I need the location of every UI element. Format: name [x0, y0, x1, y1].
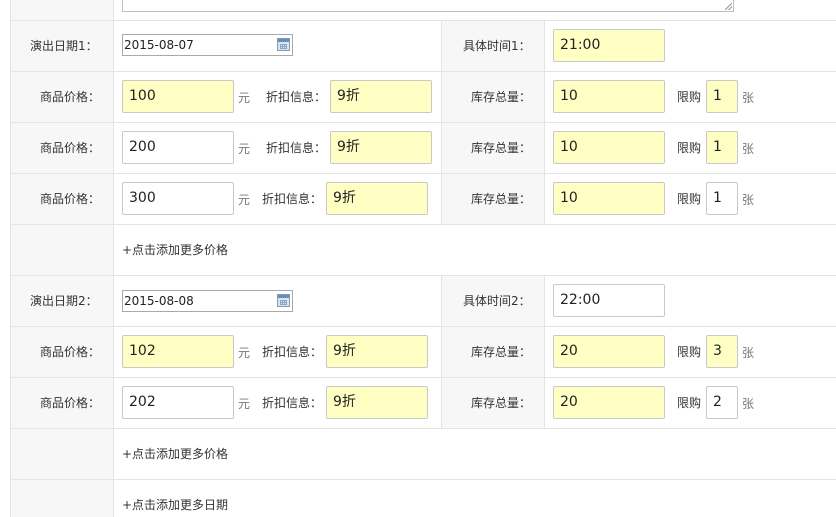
limit-input[interactable]: 1: [706, 131, 738, 164]
price-label: 商品价格：: [40, 345, 101, 359]
limit-input[interactable]: 1: [706, 182, 738, 215]
currency-unit: 元: [238, 397, 251, 411]
limit-label: 限购: [677, 141, 702, 155]
show2-date-row: 演出日期2： 2015-08-08 具体时间2： 22:00: [10, 276, 836, 327]
time-label: 具体时间2：: [463, 294, 531, 308]
ticket-unit: 张: [742, 193, 755, 207]
currency-unit: 元: [238, 193, 251, 207]
price-label: 商品价格：: [40, 141, 101, 155]
calendar-icon[interactable]: [277, 38, 290, 51]
add-more-date-link[interactable]: +点击添加更多日期: [122, 498, 228, 512]
currency-unit: 元: [238, 346, 251, 360]
price-input[interactable]: 202: [122, 386, 234, 419]
date-value: 2015-08-08: [124, 294, 194, 308]
date-label: 演出日期1：: [30, 39, 98, 53]
price-input[interactable]: 102: [122, 335, 234, 368]
add-price-row: +点击添加更多价格: [10, 429, 836, 480]
ticket-unit: 张: [742, 91, 755, 105]
stock-label: 库存总量：: [471, 192, 532, 206]
show1-date-row: 演出日期1： 2015-08-07 具体时间1： 21:00: [10, 21, 836, 72]
discount-label: 折扣信息：: [266, 90, 327, 104]
price-row: 商品价格： 202 元 折扣信息： 9折 库存总量： 20 限购 2 张: [10, 378, 836, 429]
stock-input[interactable]: 10: [553, 131, 665, 164]
time-label: 具体时间1：: [463, 39, 531, 53]
discount-input[interactable]: 9折: [326, 182, 428, 215]
date-input[interactable]: 2015-08-08: [122, 290, 293, 312]
stock-input[interactable]: 10: [553, 80, 665, 113]
discount-input[interactable]: 9折: [330, 131, 432, 164]
add-more-price-link[interactable]: +点击添加更多价格: [122, 243, 228, 257]
add-price-row: +点击添加更多价格: [10, 225, 836, 276]
price-row: 商品价格： 200 元 折扣信息： 9折 库存总量： 10 限购 1 张: [10, 123, 836, 174]
description-textarea[interactable]: [122, 0, 734, 12]
description-row: [10, 0, 836, 21]
label-cell: [10, 0, 114, 20]
stock-input[interactable]: 10: [553, 182, 665, 215]
discount-label: 折扣信息：: [266, 141, 327, 155]
price-input[interactable]: 200: [122, 131, 234, 164]
stock-label: 库存总量：: [471, 345, 532, 359]
limit-input[interactable]: 3: [706, 335, 738, 368]
label-cell: [10, 429, 114, 479]
add-more-price-link[interactable]: +点击添加更多价格: [122, 447, 228, 461]
limit-input[interactable]: 1: [706, 80, 738, 113]
price-input[interactable]: 300: [122, 182, 234, 215]
discount-input[interactable]: 9折: [326, 335, 428, 368]
resize-grip-icon[interactable]: [725, 3, 732, 10]
ticket-unit: 张: [742, 142, 755, 156]
ticket-unit: 张: [742, 346, 755, 360]
ticket-unit: 张: [742, 397, 755, 411]
price-row: 商品价格： 300 元 折扣信息： 9折 库存总量： 10 限购 1 张: [10, 174, 836, 225]
discount-input[interactable]: 9折: [326, 386, 428, 419]
limit-label: 限购: [677, 90, 702, 104]
price-label: 商品价格：: [40, 192, 101, 206]
stock-input[interactable]: 20: [553, 335, 665, 368]
discount-label: 折扣信息：: [262, 345, 323, 359]
time-input[interactable]: 21:00: [553, 29, 665, 62]
price-label: 商品价格：: [40, 396, 101, 410]
price-row: 商品价格： 102 元 折扣信息： 9折 库存总量： 20 限购 3 张: [10, 327, 836, 378]
label-cell: [10, 480, 114, 517]
stock-label: 库存总量：: [471, 90, 532, 104]
price-row: 商品价格： 100 元 折扣信息： 9折 库存总量： 10 限购 1 张: [10, 72, 836, 123]
price-label: 商品价格：: [40, 90, 101, 104]
discount-label: 折扣信息：: [262, 192, 323, 206]
currency-unit: 元: [238, 91, 251, 105]
date-value: 2015-08-07: [124, 38, 194, 52]
discount-input[interactable]: 9折: [330, 80, 432, 113]
label-cell: [10, 225, 114, 275]
calendar-icon[interactable]: [277, 294, 290, 307]
limit-label: 限购: [677, 396, 702, 410]
limit-label: 限购: [677, 345, 702, 359]
date-input[interactable]: 2015-08-07: [122, 34, 293, 56]
stock-input[interactable]: 20: [553, 386, 665, 419]
price-input[interactable]: 100: [122, 80, 234, 113]
currency-unit: 元: [238, 142, 251, 156]
discount-label: 折扣信息：: [262, 396, 323, 410]
limit-input[interactable]: 2: [706, 386, 738, 419]
date-label: 演出日期2：: [30, 294, 98, 308]
stock-label: 库存总量：: [471, 396, 532, 410]
stock-label: 库存总量：: [471, 141, 532, 155]
time-input[interactable]: 22:00: [553, 284, 665, 317]
add-date-row: +点击添加更多日期: [10, 480, 836, 517]
limit-label: 限购: [677, 192, 702, 206]
